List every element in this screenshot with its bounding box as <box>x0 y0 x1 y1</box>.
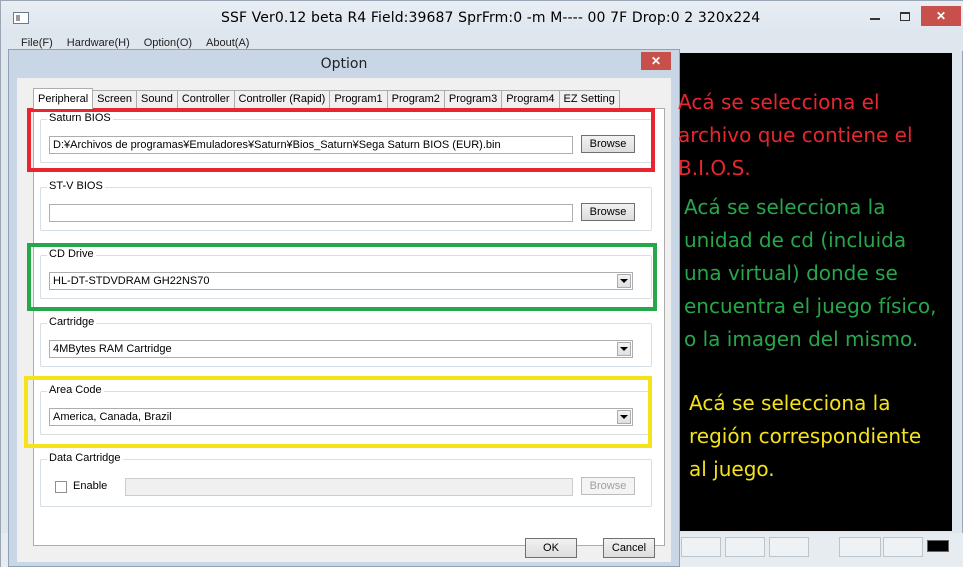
minimize-button[interactable] <box>861 6 889 26</box>
green-annotation: Acá se selecciona la unidad de cd (inclu… <box>684 191 937 356</box>
status-indicator <box>927 540 949 552</box>
data-cartridge-group: Data Cartridge Enable Browse <box>40 452 652 507</box>
annotation-line: o la imagen del mismo. <box>684 327 919 351</box>
cd-drive-group: CD Drive HL-DT-STDVDRAM GH22NS70 <box>40 248 652 299</box>
chevron-down-icon[interactable] <box>617 274 631 288</box>
saturn-bios-label: Saturn BIOS <box>47 112 113 124</box>
chevron-down-icon[interactable] <box>617 342 631 356</box>
peripheral-panel: Saturn BIOS D:¥Archivos de programas¥Emu… <box>33 108 665 546</box>
area-code-group: Area Code America, Canada, Brazil <box>40 384 652 435</box>
tab-program3[interactable]: Program3 <box>443 90 503 108</box>
cd-drive-label: CD Drive <box>47 248 96 260</box>
saturn-bios-browse-button[interactable]: Browse <box>581 135 635 153</box>
dialog-close-button[interactable]: ✕ <box>641 52 671 70</box>
cancel-button[interactable]: Cancel <box>603 538 655 558</box>
cartridge-group: Cartridge 4MBytes RAM Cartridge <box>40 316 652 367</box>
tab-program2[interactable]: Program2 <box>386 90 445 108</box>
data-cartridge-browse-button[interactable]: Browse <box>581 477 635 495</box>
area-code-label: Area Code <box>47 384 104 396</box>
ok-button[interactable]: OK <box>525 538 577 558</box>
saturn-bios-path-input[interactable]: D:¥Archivos de programas¥Emuladores¥Satu… <box>49 136 573 154</box>
option-dialog: Option ✕ Peripheral Screen Sound Control… <box>8 49 680 567</box>
data-cartridge-enable-label: Enable <box>73 480 108 492</box>
cartridge-select[interactable]: 4MBytes RAM Cartridge <box>49 340 633 358</box>
dialog-body: Peripheral Screen Sound Controller Contr… <box>17 78 671 562</box>
annotation-line: Acá se selecciona el <box>678 90 880 114</box>
cartridge-selected: 4MBytes RAM Cartridge <box>53 343 172 355</box>
yellow-annotation: Acá se selecciona la región correspondie… <box>689 387 921 486</box>
stv-bios-path-input[interactable] <box>49 204 573 222</box>
annotation-line: B.I.O.S. <box>678 156 751 180</box>
data-cartridge-path-input[interactable] <box>125 478 573 496</box>
close-button[interactable]: ✕ <box>921 6 961 26</box>
tab-strip: Peripheral Screen Sound Controller Contr… <box>33 88 620 109</box>
close-icon: ✕ <box>650 54 662 68</box>
annotation-line: al juego. <box>689 457 775 481</box>
status-cell <box>681 537 721 557</box>
status-cell <box>725 537 765 557</box>
tab-screen[interactable]: Screen <box>92 90 137 108</box>
red-annotation: Acá se selecciona el archivo que contien… <box>678 86 913 185</box>
annotation-line: Acá se selecciona la <box>684 195 886 219</box>
maximize-icon <box>900 11 910 21</box>
tab-program1[interactable]: Program1 <box>329 90 388 108</box>
tab-peripheral[interactable]: Peripheral <box>33 88 94 109</box>
tab-ez-setting[interactable]: EZ Setting <box>558 90 620 108</box>
stv-bios-label: ST-V BIOS <box>47 180 105 192</box>
cartridge-label: Cartridge <box>47 316 97 328</box>
tab-program4[interactable]: Program4 <box>501 90 560 108</box>
status-cell <box>883 537 923 557</box>
area-code-selected: America, Canada, Brazil <box>53 411 172 423</box>
chevron-down-icon[interactable] <box>617 410 631 424</box>
area-code-select[interactable]: America, Canada, Brazil <box>49 408 633 426</box>
cd-drive-select[interactable]: HL-DT-STDVDRAM GH22NS70 <box>49 272 633 290</box>
tab-sound[interactable]: Sound <box>136 90 178 108</box>
status-cell <box>769 537 809 557</box>
stv-bios-browse-button[interactable]: Browse <box>581 203 635 221</box>
status-cell <box>839 537 881 557</box>
app-icon <box>13 12 29 24</box>
data-cartridge-enable-checkbox[interactable] <box>55 481 67 493</box>
annotation-line: archivo que contiene el <box>678 123 913 147</box>
minimize-icon <box>870 18 880 20</box>
maximize-button[interactable] <box>891 6 919 26</box>
annotation-line: región correspondiente <box>689 424 922 448</box>
annotation-line: encuentra el juego físico, <box>684 294 937 318</box>
saturn-bios-group: Saturn BIOS D:¥Archivos de programas¥Emu… <box>40 112 652 163</box>
cd-drive-selected: HL-DT-STDVDRAM GH22NS70 <box>53 275 210 287</box>
tab-controller-rapid[interactable]: Controller (Rapid) <box>233 90 331 108</box>
data-cartridge-label: Data Cartridge <box>47 452 123 464</box>
tab-controller[interactable]: Controller <box>176 90 235 108</box>
annotation-line: unidad de cd (incluida <box>684 228 907 252</box>
window-title: SSF Ver0.12 beta R4 Field:39687 SprFrm:0… <box>221 10 761 26</box>
title-bar: SSF Ver0.12 beta R4 Field:39687 SprFrm:0… <box>1 1 963 35</box>
stv-bios-group: ST-V BIOS Browse <box>40 180 652 231</box>
close-icon: ✕ <box>935 9 947 23</box>
annotation-line: una virtual) donde se <box>684 261 898 285</box>
annotation-line: Acá se selecciona la <box>689 391 891 415</box>
dialog-title: Option <box>320 56 368 72</box>
